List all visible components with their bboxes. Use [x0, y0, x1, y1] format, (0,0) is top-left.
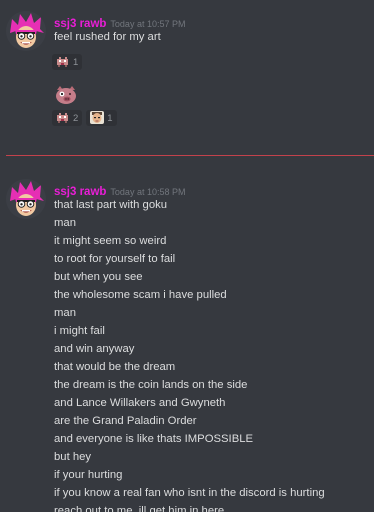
- message-line: to root for yourself to fail: [54, 253, 176, 265]
- message-line: but when you see: [54, 271, 143, 283]
- message-body: that last part with goku man it might se…: [54, 196, 325, 512]
- pixel-pig-emoji-icon: [56, 109, 70, 128]
- message-line: the wholesome scam i have pulled: [54, 289, 227, 301]
- message-line: reach out to me, ill get him in here: [54, 505, 225, 512]
- message-line: feel rushed for my art: [54, 31, 161, 43]
- message-header: ssj3 rawb Today at 10:57 PM: [54, 12, 185, 30]
- message-line: it might seem so weird: [54, 235, 167, 247]
- message-line: that last part with goku: [54, 199, 168, 211]
- message-line: and win anyway: [54, 343, 135, 355]
- message-header: ssj3 rawb Today at 10:58 PM: [54, 180, 185, 198]
- avatar[interactable]: [6, 11, 46, 51]
- message-line: man: [54, 217, 76, 229]
- message-line: the dream is the coin lands on the side: [54, 379, 248, 391]
- message-line: are the Grand Paladin Order: [54, 415, 197, 427]
- new-messages-divider: [6, 155, 374, 156]
- face-emoji-icon: [90, 109, 105, 128]
- message-line: that would be the dream: [54, 361, 176, 373]
- pixel-pig-emoji-icon: [56, 53, 70, 72]
- reaction-pixel-pig[interactable]: 1: [52, 53, 83, 72]
- reactions: 2 1: [52, 110, 117, 126]
- reaction-face[interactable]: 1: [86, 109, 117, 128]
- pig-face-emoji-icon: [54, 84, 78, 106]
- chat-view: ssj3 rawb Today at 10:57 PM feel rushed f…: [0, 0, 374, 512]
- reaction-count: 1: [107, 112, 113, 124]
- message-line: if your hurting: [54, 469, 123, 481]
- message-line: but hey: [54, 451, 92, 463]
- message-line: i might fail: [54, 325, 105, 337]
- reaction-count: 2: [73, 112, 79, 124]
- message-line: and Lance Willakers and Gwyneth: [54, 397, 226, 409]
- avatar[interactable]: [6, 179, 46, 219]
- reactions: 1: [52, 53, 83, 72]
- reaction-pixel-pig[interactable]: 2: [52, 109, 83, 128]
- message-line: and everyone is like thats IMPOSSIBLE: [54, 433, 254, 445]
- message-line: man: [54, 307, 76, 319]
- message-line: if you know a real fan who isnt in the d…: [54, 487, 325, 499]
- reaction-count: 1: [73, 56, 79, 68]
- message-body: feel rushed for my art: [54, 28, 161, 46]
